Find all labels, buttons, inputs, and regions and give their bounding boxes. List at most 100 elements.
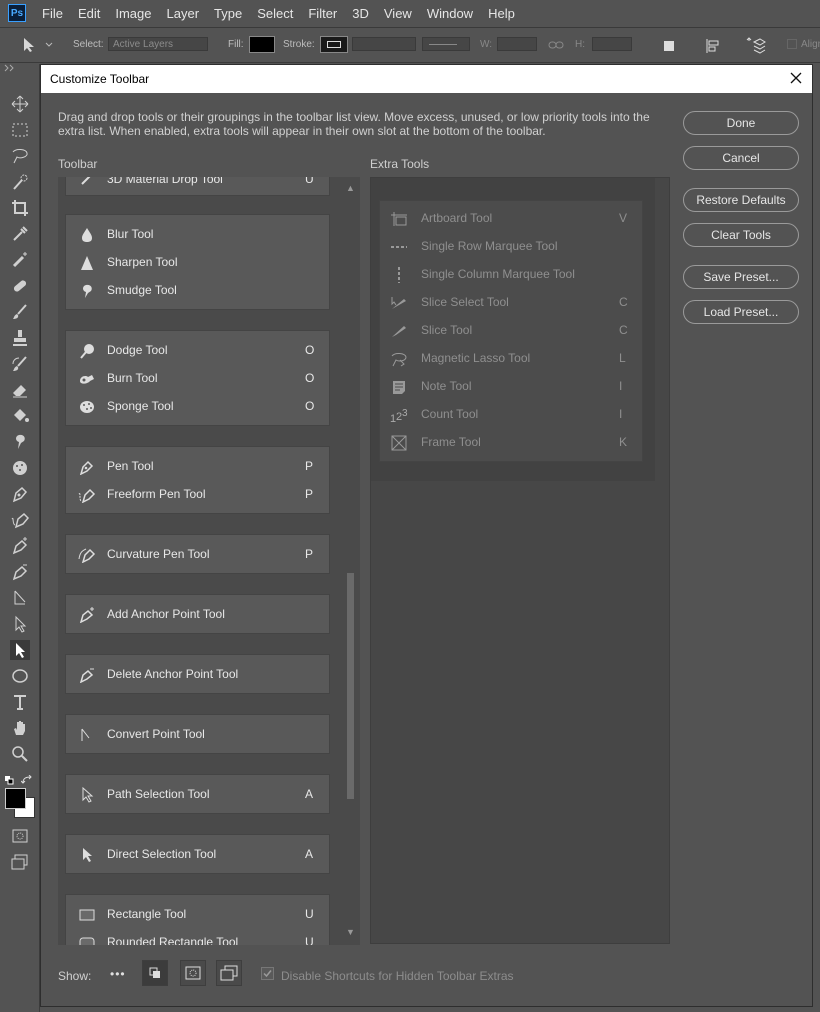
quick-selection-icon[interactable]: [10, 172, 30, 192]
tool-row[interactable]: Curvature Pen Tool P: [66, 541, 329, 569]
path-alignment-icon[interactable]: [705, 38, 721, 54]
tool-row[interactable]: Convert Point Tool: [66, 721, 329, 749]
menu-item-image[interactable]: Image: [115, 6, 151, 21]
menu-item-edit[interactable]: Edit: [78, 6, 100, 21]
stroke-width-field[interactable]: [352, 37, 416, 51]
tool-group[interactable]: Convert Point Tool: [65, 714, 330, 754]
tool-row[interactable]: Rounded Rectangle Tool U: [66, 929, 329, 945]
history-brush-icon[interactable]: [10, 354, 30, 374]
path-selection-tool-icon[interactable]: [10, 614, 30, 634]
disable-shortcuts-checkbox[interactable]: [261, 967, 274, 980]
menu-item-help[interactable]: Help: [488, 6, 515, 21]
tool-group[interactable]: Blur Tool Sharpen Tool Smudge Tool: [65, 214, 330, 310]
tool-row[interactable]: Delete Anchor Point Tool: [66, 661, 329, 689]
extra-tool-row[interactable]: Magnetic Lasso Tool L: [380, 345, 642, 373]
type-tool-icon[interactable]: [10, 692, 30, 712]
swap-colors-icon[interactable]: [20, 772, 33, 784]
tool-group[interactable]: Add Anchor Point Tool: [65, 594, 330, 634]
tool-row[interactable]: Freeform Pen Tool P: [66, 481, 329, 509]
zoom-tool-icon[interactable]: [10, 744, 30, 764]
scrollbar-thumb[interactable]: [347, 573, 354, 799]
tool-row[interactable]: Sponge Tool O: [66, 393, 329, 421]
fill-swatch[interactable]: [249, 36, 275, 53]
move-arrow-icon[interactable]: [22, 37, 36, 53]
add-anchor-point-icon[interactable]: [10, 536, 30, 556]
move-tool-icon[interactable]: [10, 94, 30, 114]
tool-row[interactable]: Smudge Tool: [66, 277, 329, 305]
menu-item-select[interactable]: Select: [257, 6, 293, 21]
link-icon[interactable]: [548, 40, 564, 50]
extra-tool-row[interactable]: Single Row Marquee Tool: [380, 233, 642, 261]
tool-group[interactable]: Path Selection Tool A: [65, 774, 330, 814]
tool-row[interactable]: Direct Selection Tool A: [66, 841, 329, 869]
eraser-icon[interactable]: [10, 380, 30, 400]
show-screen-mode-button[interactable]: [216, 960, 242, 986]
tool-group[interactable]: Delete Anchor Point Tool: [65, 654, 330, 694]
extra-tool-row[interactable]: Single Column Marquee Tool: [380, 261, 642, 289]
extra-tool-row[interactable]: Slice Select Tool C: [380, 289, 642, 317]
done-button[interactable]: Done: [683, 111, 799, 135]
tool-row[interactable]: 3D Material Drop Tool U: [66, 177, 329, 194]
screen-mode-icon[interactable]: [10, 852, 30, 872]
tool-group[interactable]: Direct Selection Tool A: [65, 834, 330, 874]
brush-icon[interactable]: [10, 302, 30, 322]
path-arrangement-icon[interactable]: [746, 37, 766, 55]
crop-icon[interactable]: [10, 198, 30, 218]
extra-tool-row[interactable]: Note Tool I: [380, 373, 642, 401]
align-edges-checkbox[interactable]: [787, 39, 797, 49]
stroke-swatch[interactable]: [320, 36, 348, 53]
scroll-up-icon[interactable]: ▲: [346, 183, 355, 193]
pen-tool-icon[interactable]: [10, 484, 30, 504]
tool-row[interactable]: Rectangle Tool U: [66, 901, 329, 929]
healing-brush-icon[interactable]: [10, 276, 30, 296]
load-preset-button[interactable]: Load Preset...: [683, 300, 799, 324]
tool-row[interactable]: Pen Tool P: [66, 453, 329, 481]
tool-group[interactable]: Rectangle Tool U Rounded Rectangle Tool …: [65, 894, 330, 945]
extra-tool-row[interactable]: Slice Tool C: [380, 317, 642, 345]
width-field[interactable]: [497, 37, 537, 51]
sponge-tool-icon[interactable]: [10, 458, 30, 478]
eyedropper-icon[interactable]: [10, 224, 30, 244]
clone-stamp-icon[interactable]: [10, 328, 30, 348]
extra-tool-row[interactable]: Artboard Tool V: [380, 205, 642, 233]
chevron-down-icon[interactable]: [45, 42, 53, 48]
tool-row[interactable]: Burn Tool O: [66, 365, 329, 393]
menu-item-view[interactable]: View: [384, 6, 412, 21]
menu-item-file[interactable]: File: [42, 6, 63, 21]
tool-row[interactable]: Dodge Tool O: [66, 337, 329, 365]
quick-mask-icon[interactable]: [10, 826, 30, 846]
tool-group[interactable]: Dodge Tool O Burn Tool O Sponge Tool O: [65, 330, 330, 426]
tool-row[interactable]: Sharpen Tool: [66, 249, 329, 277]
select-dropdown[interactable]: Active Layers: [108, 37, 208, 51]
tool-group[interactable]: 3D Material Drop Tool U: [65, 177, 330, 196]
hand-tool-icon[interactable]: [10, 718, 30, 738]
convert-point-icon[interactable]: [10, 588, 30, 608]
toolbar-list-scrollbar[interactable]: ▲ ▼: [343, 177, 357, 945]
menu-item-3d[interactable]: 3D: [352, 6, 369, 21]
menu-item-window[interactable]: Window: [427, 6, 473, 21]
tool-row[interactable]: Blur Tool: [66, 221, 329, 249]
toolbar-list[interactable]: 3D Material Drop Tool U Blur Tool Sharpe…: [58, 177, 360, 945]
extra-tool-row[interactable]: Frame Tool K: [380, 429, 642, 457]
extra-tools-list[interactable]: Artboard Tool V Single Row Marquee Tool …: [370, 177, 670, 944]
show-quick-mask-button[interactable]: [180, 960, 206, 986]
foreground-color-swatch[interactable]: [5, 788, 26, 809]
cancel-button[interactable]: Cancel: [683, 146, 799, 170]
stroke-style-dropdown[interactable]: [422, 37, 470, 51]
restore-defaults-button[interactable]: Restore Defaults: [683, 188, 799, 212]
smudge-tool-icon[interactable]: [10, 432, 30, 452]
show-edit-toolbar-button[interactable]: [142, 960, 168, 986]
save-preset-button[interactable]: Save Preset...: [683, 265, 799, 289]
scroll-down-icon[interactable]: ▼: [346, 927, 355, 937]
height-field[interactable]: [592, 37, 632, 51]
tool-group[interactable]: Curvature Pen Tool P: [65, 534, 330, 574]
tool-row[interactable]: Path Selection Tool A: [66, 781, 329, 809]
extra-tool-row[interactable]: 123 Count Tool I: [380, 401, 642, 429]
menu-item-filter[interactable]: Filter: [308, 6, 337, 21]
rectangular-marquee-icon[interactable]: [10, 120, 30, 140]
delete-anchor-point-icon[interactable]: [10, 562, 30, 582]
menu-item-layer[interactable]: Layer: [167, 6, 200, 21]
more-options-icon[interactable]: •••: [110, 967, 126, 981]
direct-selection-tool-icon[interactable]: [10, 640, 30, 660]
default-colors-icon[interactable]: [5, 772, 14, 785]
